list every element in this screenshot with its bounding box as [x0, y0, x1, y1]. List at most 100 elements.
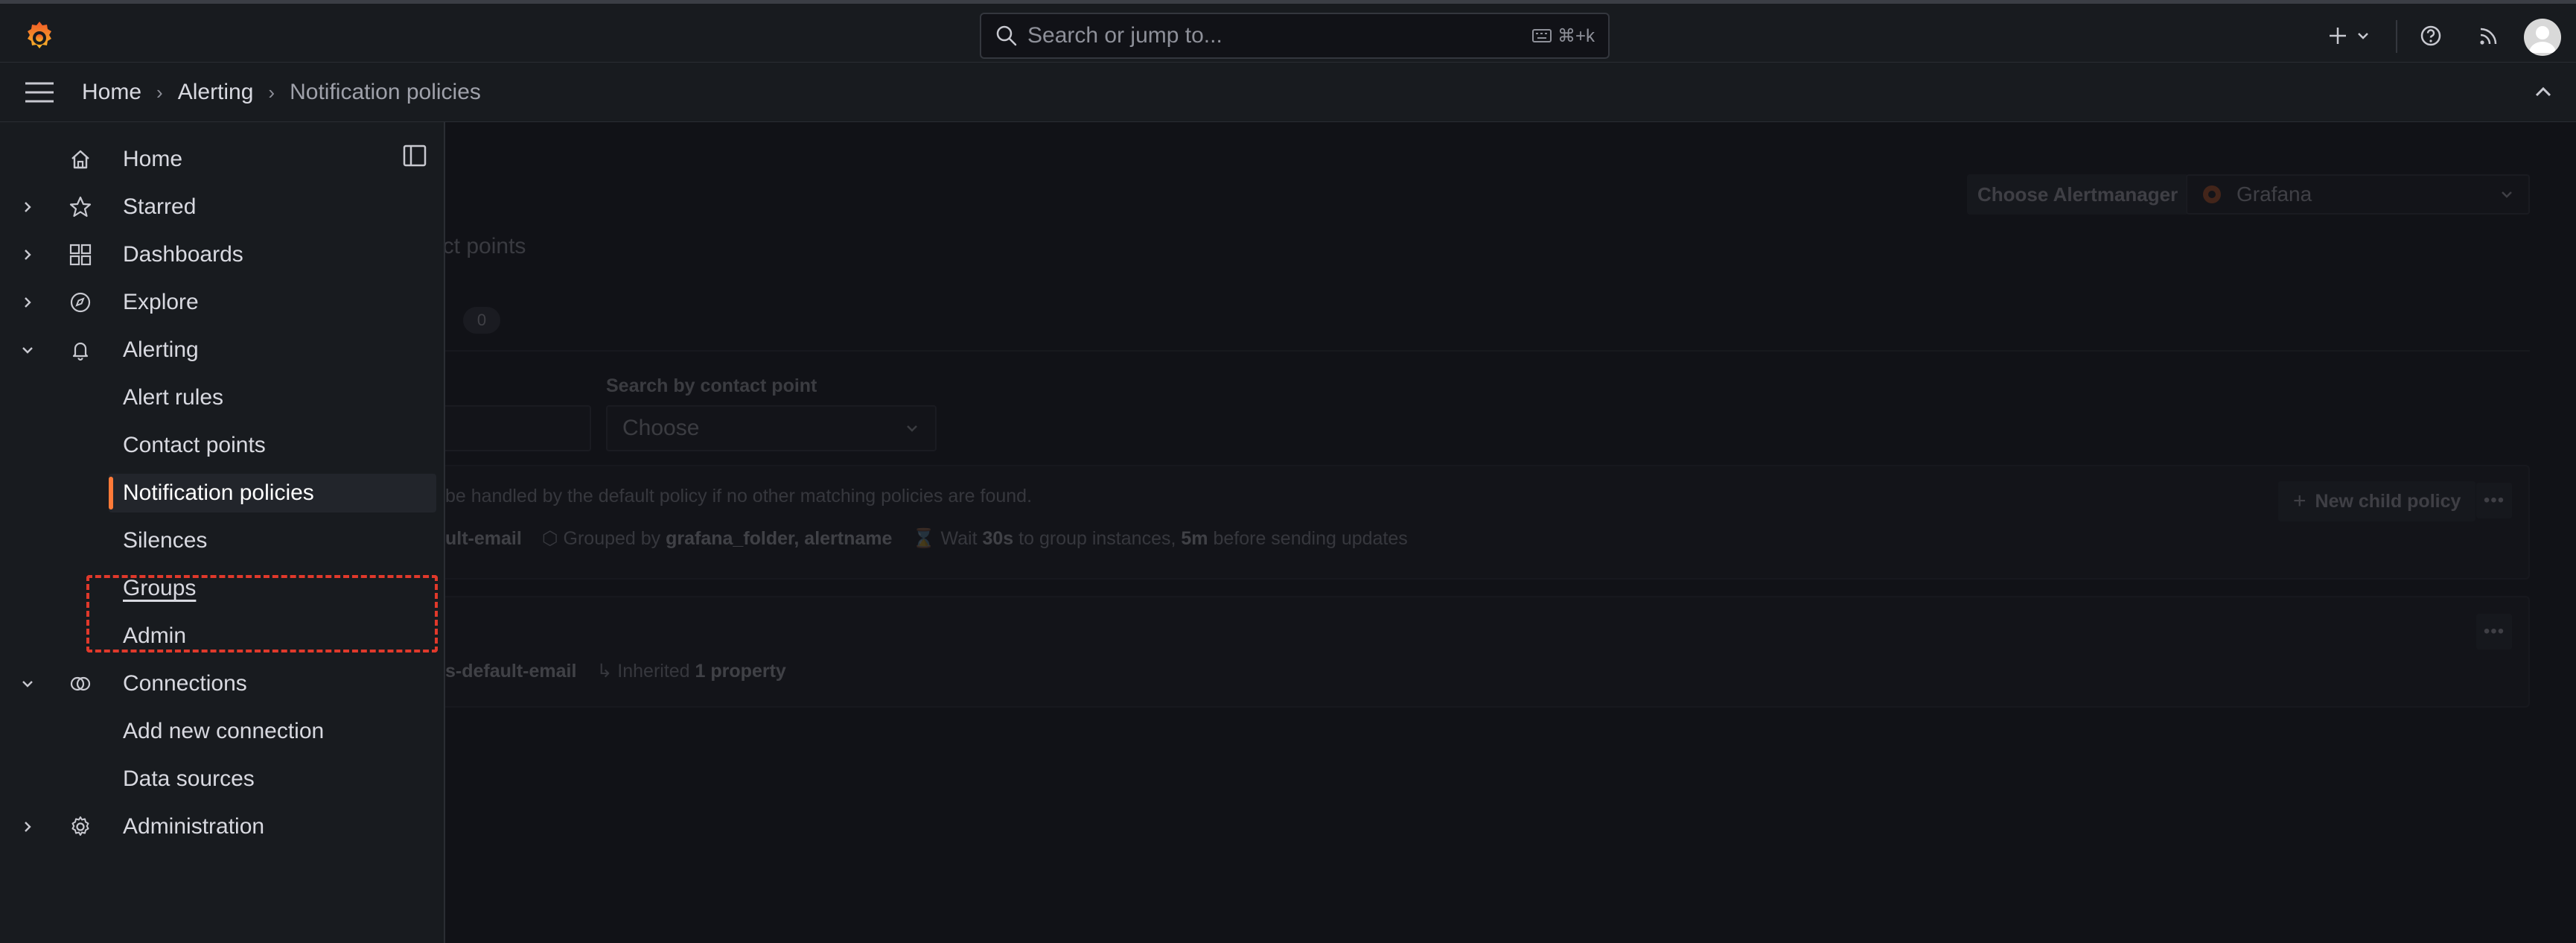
nav-label: Notification policies: [123, 480, 314, 505]
breadcrumb-bar: Home › Alerting › Notification policies: [0, 63, 2576, 122]
child-policy-card: s-default-email ↳ Inherited 1 property •…: [445, 596, 2530, 708]
main-content: Choose Alertmanager Grafana act points 0…: [430, 122, 2576, 943]
chevron-up-icon[interactable]: [2530, 79, 2557, 106]
nav-label: Contact points: [123, 433, 266, 457]
apps-icon: [67, 241, 94, 268]
user-icon: [2529, 26, 2556, 53]
chevron-right-icon[interactable]: [16, 816, 39, 838]
news-button[interactable]: [2470, 17, 2508, 54]
keyboard-icon: [1531, 29, 1552, 42]
nav-label: Explore: [123, 290, 199, 314]
default-policy-card: be handled by the default policy if no o…: [445, 465, 2530, 580]
breadcrumb: Home › Alerting › Notification policies: [82, 79, 481, 106]
nav-label: Administration: [123, 814, 265, 839]
search-shortcut: ⌘+k: [1531, 25, 1595, 47]
new-child-policy-button[interactable]: + New child policy: [2278, 481, 2476, 521]
label-matcher-input[interactable]: [445, 405, 591, 451]
chevron-down-icon[interactable]: [16, 339, 39, 361]
search-shortcut-text: ⌘+k: [1557, 25, 1595, 46]
breadcrumb-home[interactable]: Home: [82, 80, 141, 105]
new-menu-button[interactable]: [2326, 17, 2372, 54]
grafana-logo-icon: [2203, 185, 2221, 203]
count-badge: 0: [463, 307, 500, 334]
contact-point-label: Search by contact point: [606, 375, 817, 396]
search-placeholder: Search or jump to...: [1027, 23, 1222, 48]
dimmed-page: Choose Alertmanager Grafana act points 0…: [430, 122, 2576, 943]
tab-divider: [445, 350, 2530, 352]
plus-icon: +: [2293, 489, 2306, 513]
nav-label: Dashboards: [123, 242, 243, 267]
more-options-button[interactable]: •••: [2476, 483, 2512, 518]
wait-suffix: before sending updates: [1213, 528, 1408, 549]
breadcrumb-separator-icon: ›: [156, 80, 163, 104]
star-icon: [67, 194, 94, 220]
nav-item-data-sources[interactable]: Data sources: [0, 758, 444, 800]
nav-item-groups[interactable]: Groups: [0, 568, 444, 609]
group-icon: ⬡: [541, 528, 558, 549]
active-indicator: [109, 477, 113, 509]
plus-icon: [2330, 28, 2346, 44]
top-bar: Search or jump to... ⌘+k: [0, 0, 2576, 63]
toolbar-divider: [2396, 20, 2397, 53]
nav-item-administration[interactable]: Administration: [0, 806, 444, 848]
more-options-button[interactable]: •••: [2476, 614, 2512, 650]
nav-item-home[interactable]: Home: [0, 139, 444, 180]
chevron-down-icon: [2502, 191, 2512, 198]
nav-item-explore[interactable]: Explore: [0, 282, 444, 323]
ellipsis-icon: •••: [2483, 490, 2505, 510]
nav-item-starred[interactable]: Starred: [0, 186, 444, 228]
nav-item-notification-policies[interactable]: Notification policies: [0, 472, 444, 514]
chevron-right-icon[interactable]: [16, 291, 39, 314]
nav-item-dashboards[interactable]: Dashboards: [0, 234, 444, 276]
chevron-down-icon: [907, 425, 917, 432]
nav-label: Home: [123, 147, 183, 171]
nav-item-admin[interactable]: Admin: [0, 615, 444, 657]
nav-item-contact-points[interactable]: Contact points: [0, 425, 444, 466]
nav-item-silences[interactable]: Silences: [0, 520, 444, 562]
cog-icon: [67, 813, 94, 840]
breadcrumb-alerting[interactable]: Alerting: [178, 80, 254, 105]
alertmanager-label: Choose Alertmanager: [1967, 174, 2189, 215]
search-icon: [996, 25, 1017, 46]
new-child-policy-label: New child policy: [2315, 490, 2461, 512]
wait-mid: to group instances,: [1018, 528, 1176, 549]
nav-item-alert-rules[interactable]: Alert rules: [0, 377, 444, 419]
nav-label: Alerting: [123, 337, 199, 362]
side-menu: Home Starred Dashboards Explore Alerting…: [0, 122, 445, 943]
home-icon: [67, 146, 94, 173]
breadcrumb-separator-icon: ›: [268, 80, 275, 104]
menu-icon[interactable]: [24, 79, 55, 106]
inherited-prefix: Inherited: [617, 661, 690, 682]
inherit-icon: ↳: [596, 661, 613, 682]
wait-prefix: Wait: [940, 528, 978, 549]
nav-label: Silences: [123, 528, 208, 553]
compass-icon: [67, 289, 94, 316]
nav-label: Admin: [123, 623, 187, 648]
nav-label: Groups: [123, 576, 197, 600]
nav-item-connections[interactable]: Connections: [0, 663, 444, 705]
nav-item-alerting[interactable]: Alerting: [0, 329, 444, 371]
nav-label: Alert rules: [123, 385, 224, 410]
chevron-right-icon[interactable]: [16, 196, 39, 218]
rss-icon: [2480, 28, 2497, 45]
help-button[interactable]: [2412, 17, 2449, 54]
alertmanager-value: Grafana: [2237, 182, 2312, 206]
bell-icon: [67, 337, 94, 363]
alertmanager-select[interactable]: Grafana: [2186, 174, 2530, 215]
chevron-right-icon[interactable]: [16, 244, 39, 266]
contact-point-select[interactable]: Choose: [606, 405, 937, 451]
connections-icon: [67, 670, 94, 697]
nav-item-add-new-connection[interactable]: Add new connection: [0, 711, 444, 752]
repeat-value: 5m: [1181, 528, 1208, 549]
contact-point-name: ult-email: [445, 528, 522, 549]
nav-label: Connections: [123, 671, 247, 696]
breadcrumb-current: Notification policies: [290, 80, 481, 104]
chevron-down-icon[interactable]: [16, 673, 39, 695]
chevron-down-icon: [2358, 33, 2368, 39]
nav-label: Starred: [123, 194, 197, 219]
search-bar[interactable]: Search or jump to... ⌘+k: [980, 13, 1610, 59]
wait-value: 30s: [982, 528, 1014, 549]
user-avatar[interactable]: [2524, 19, 2561, 56]
nav-label: Add new connection: [123, 719, 325, 743]
grafana-logo-icon[interactable]: [21, 19, 58, 56]
